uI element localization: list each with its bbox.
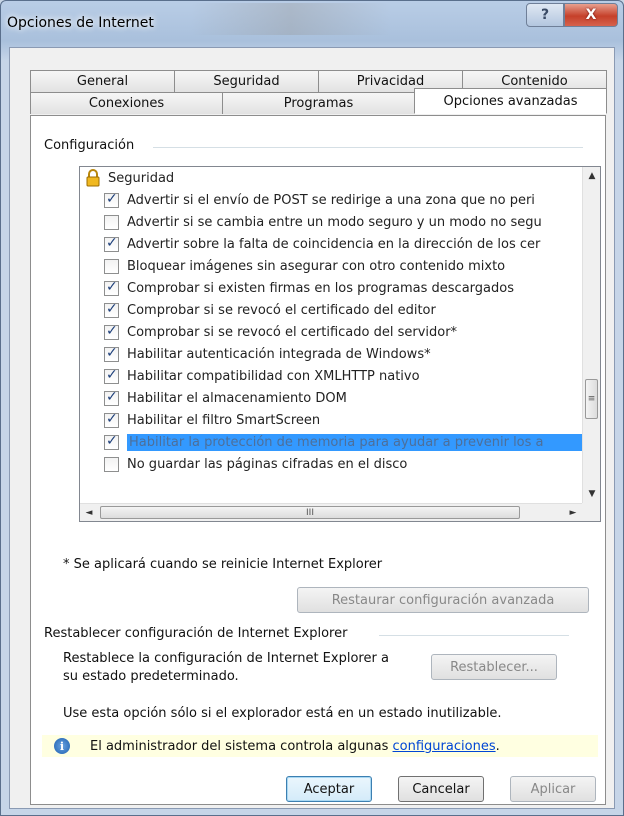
setting-row[interactable]: Advertir si el envío de POST se redirige… — [80, 189, 582, 211]
setting-label: Advertir sobre la falta de coincidencia … — [127, 236, 541, 252]
reset-description-line2: su estado predeterminado. — [63, 669, 239, 684]
settings-listbox[interactable]: Seguridad Advertir si el envío de POST s… — [79, 166, 601, 522]
help-button[interactable]: ? — [526, 3, 564, 27]
setting-row[interactable]: Advertir sobre la falta de coincidencia … — [80, 233, 582, 255]
setting-label: Advertir si se cambia entre un modo segu… — [127, 214, 542, 230]
title-glow — [191, 3, 391, 35]
setting-label: Comprobar si se revocó el certificado de… — [127, 302, 436, 318]
setting-checkbox[interactable] — [104, 279, 119, 296]
settings-list: Seguridad Advertir si el envío de POST s… — [80, 167, 582, 503]
restore-advanced-button[interactable]: Restaurar configuración avanzada — [297, 587, 589, 613]
setting-checkbox[interactable] — [104, 301, 119, 318]
setting-row[interactable]: Comprobar si existen firmas en los progr… — [80, 277, 582, 299]
setting-row[interactable]: Comprobar si se revocó el certificado de… — [80, 321, 582, 343]
restart-note: * Se aplicará cuando se reinicie Interne… — [63, 557, 383, 572]
setting-checkbox[interactable] — [104, 191, 119, 208]
close-button[interactable]: X — [564, 3, 618, 27]
setting-checkbox[interactable] — [104, 433, 119, 450]
reset-group-label: Restablecer configuración de Internet Ex… — [44, 626, 354, 641]
setting-label: Comprobar si existen firmas en los progr… — [127, 280, 514, 296]
configuraciones-link[interactable]: configuraciones — [393, 739, 496, 754]
setting-label: Comprobar si se revocó el certificado de… — [127, 324, 458, 340]
info-icon: i — [54, 738, 70, 754]
scrollbar-corner — [582, 503, 600, 521]
setting-label: Bloquear imágenes sin asegurar con otro … — [127, 258, 506, 274]
ok-button[interactable]: Aceptar — [286, 776, 372, 802]
reset-button[interactable]: Restablecer... — [431, 654, 557, 680]
reset-group-line — [379, 635, 569, 636]
settings-group-line — [153, 147, 583, 148]
setting-label: Habilitar autenticación integrada de Win… — [127, 346, 431, 362]
horizontal-scroll-thumb[interactable]: III — [100, 506, 520, 519]
setting-label: Habilitar compatibilidad con XMLHTTP nat… — [127, 368, 420, 384]
title-bar[interactable]: Opciones de Internet ? X — [1, 1, 623, 45]
setting-checkbox[interactable] — [104, 456, 119, 472]
scroll-left-arrow[interactable]: ◄ — [80, 504, 98, 521]
reset-usage-note: Use esta opción sólo si el explorador es… — [63, 706, 502, 721]
setting-label: No guardar las páginas cifradas en el di… — [127, 456, 408, 472]
reset-description-line1: Restablece la configuración de Internet … — [63, 651, 389, 666]
lock-icon — [86, 169, 100, 187]
window-title: Opciones de Internet — [7, 15, 154, 31]
apply-button[interactable]: Aplicar — [510, 776, 596, 802]
setting-row[interactable]: No guardar las páginas cifradas en el di… — [80, 453, 582, 475]
category-row: Seguridad — [80, 167, 582, 189]
setting-row[interactable]: Habilitar el filtro SmartScreen — [80, 409, 582, 431]
tab-seguridad[interactable]: Seguridad — [174, 70, 319, 92]
admin-infobar: i El administrador del sistema controla … — [42, 735, 598, 757]
setting-label: Habilitar la protección de memoria para … — [127, 433, 582, 451]
setting-checkbox[interactable] — [104, 323, 119, 340]
setting-row[interactable]: Habilitar el almacenamiento DOM — [80, 387, 582, 409]
dialog-client-area: General Seguridad Privacidad Contenido C… — [9, 47, 615, 809]
setting-label: Habilitar el filtro SmartScreen — [127, 412, 321, 428]
setting-checkbox[interactable] — [104, 345, 119, 362]
horizontal-scrollbar[interactable]: ◄ III ► — [80, 503, 582, 521]
infobar-text: El administrador del sistema controla al… — [90, 739, 500, 754]
setting-checkbox[interactable] — [104, 367, 119, 384]
infobar-message: El administrador del sistema controla al… — [90, 738, 393, 754]
setting-row[interactable]: Comprobar si se revocó el certificado de… — [80, 299, 582, 321]
category-label: Seguridad — [108, 170, 175, 186]
vertical-scrollbar[interactable]: ▲ ≡ ▼ — [582, 167, 600, 503]
setting-row[interactable]: Habilitar la protección de memoria para … — [80, 431, 582, 453]
setting-label: Habilitar el almacenamiento DOM — [127, 390, 347, 406]
setting-row[interactable]: Advertir si se cambia entre un modo segu… — [80, 211, 582, 233]
tab-general[interactable]: General — [30, 70, 175, 92]
setting-checkbox[interactable] — [104, 258, 119, 274]
advanced-options-panel: Configuración Seguridad Advertir si el e… — [30, 115, 606, 805]
infobar-suffix: . — [495, 738, 500, 754]
setting-checkbox[interactable] — [104, 389, 119, 406]
tab-row-front: Conexiones Programas Opciones avanzadas — [30, 88, 607, 114]
setting-checkbox[interactable] — [104, 235, 119, 252]
setting-row[interactable]: Habilitar autenticación integrada de Win… — [80, 343, 582, 365]
settings-group-label: Configuración — [44, 138, 141, 153]
vertical-scroll-thumb[interactable]: ≡ — [585, 379, 598, 419]
setting-row[interactable]: Bloquear imágenes sin asegurar con otro … — [80, 255, 582, 277]
tab-programas[interactable]: Programas — [222, 92, 415, 114]
tab-conexiones[interactable]: Conexiones — [30, 92, 223, 114]
cancel-button[interactable]: Cancelar — [398, 776, 484, 802]
setting-checkbox[interactable] — [104, 214, 119, 230]
setting-label: Advertir si el envío de POST se redirige… — [127, 192, 535, 208]
scroll-up-arrow[interactable]: ▲ — [583, 167, 600, 185]
internet-options-window: Opciones de Internet ? X General Segurid… — [0, 0, 624, 816]
scroll-down-arrow[interactable]: ▼ — [583, 485, 600, 503]
setting-checkbox[interactable] — [104, 411, 119, 428]
scroll-right-arrow[interactable]: ► — [564, 504, 582, 521]
tab-opciones-avanzadas[interactable]: Opciones avanzadas — [414, 88, 607, 114]
setting-row[interactable]: Habilitar compatibilidad con XMLHTTP nat… — [80, 365, 582, 387]
